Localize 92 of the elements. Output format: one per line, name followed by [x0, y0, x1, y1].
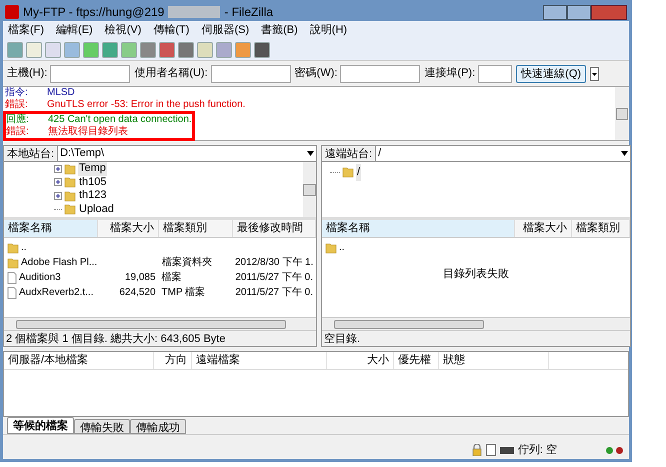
- menu-item[interactable]: 伺服器(S): [201, 22, 250, 38]
- table-cell-text: 19,085: [124, 271, 156, 285]
- table-cell-text: 624,520: [119, 286, 156, 300]
- dropdown-icon[interactable]: [621, 151, 628, 156]
- input-field[interactable]: [340, 64, 420, 82]
- tree-item[interactable]: Temp: [78, 162, 107, 176]
- menu-item[interactable]: 傳輸(T): [153, 22, 190, 38]
- file-icon: [7, 286, 17, 298]
- queue-tab[interactable]: 傳輸成功: [130, 419, 186, 434]
- folder-icon: [325, 242, 337, 254]
- quickconnect-button[interactable]: 快速連線(Q): [516, 64, 586, 82]
- expand-icon[interactable]: [54, 178, 62, 186]
- toolbar-icon[interactable]: [159, 42, 175, 58]
- log-message: 無法取得目錄列表: [48, 126, 128, 138]
- log-prefix: 錯誤:: [6, 126, 30, 138]
- column-header[interactable]: 檔案大小: [515, 220, 572, 237]
- table-cell-text: AudxReverb2.t...: [19, 286, 94, 300]
- column-header[interactable]: 檔案類別: [159, 220, 234, 237]
- table-cell-text: 檔案: [162, 270, 182, 285]
- table-cell-text: ..: [21, 241, 27, 255]
- queue-status: 佇列: 空: [518, 442, 557, 458]
- log-prefix: 回應:: [6, 114, 30, 126]
- log-message: MLSD: [47, 87, 75, 99]
- horizontal-scrollbar[interactable]: [322, 317, 630, 330]
- window-title: My-FTP - ftps://hung@219: [23, 4, 164, 21]
- field-label: 密碼(W):: [294, 66, 338, 82]
- status-text: 空目錄.: [322, 330, 630, 346]
- expand-icon[interactable]: [54, 192, 62, 200]
- column-header[interactable]: 檔案大小: [98, 220, 160, 237]
- vertical-scrollbar[interactable]: [615, 87, 629, 140]
- log-message: GnuTLS error -53: Error in the push function.: [47, 99, 246, 111]
- dropdown-icon[interactable]: [307, 151, 314, 156]
- table-cell-text: 2012/8/30 下午 1.: [235, 256, 314, 270]
- file-icon: [7, 272, 17, 284]
- table-cell-text: Audition3: [19, 271, 61, 285]
- menu-item[interactable]: 書籤(B): [261, 22, 298, 38]
- horizontal-scrollbar[interactable]: [4, 317, 316, 330]
- column-header[interactable]: 大小: [327, 352, 394, 369]
- redaction-block: [168, 6, 220, 18]
- folder-icon: [7, 242, 19, 254]
- field-label: 連接埠(P):: [424, 66, 476, 82]
- column-header[interactable]: 檔案類別: [572, 220, 630, 237]
- input-field[interactable]: [210, 64, 291, 82]
- field-label: 主機(H):: [7, 66, 48, 82]
- folder-icon: [7, 256, 19, 268]
- menu-item[interactable]: 檢視(V): [104, 22, 142, 38]
- expand-icon[interactable]: [54, 164, 62, 173]
- column-header[interactable]: 檔案名稱: [4, 220, 98, 237]
- menu-item[interactable]: 說明(H): [310, 22, 348, 38]
- menu-item[interactable]: 編輯(E): [56, 22, 93, 38]
- column-header[interactable]: 檔案名稱: [322, 220, 515, 237]
- table-cell-text: 2011/5/27 下午 0.: [235, 286, 314, 300]
- log-message: 425 Can't open data connection.: [48, 114, 192, 126]
- tree-item[interactable]: th123: [78, 189, 108, 202]
- field-label: 使用者名稱(U):: [134, 66, 208, 82]
- column-header[interactable]: 伺服器/本地檔案: [4, 352, 154, 369]
- log-prefix: 錯誤:: [5, 99, 29, 111]
- lock-icon: [472, 444, 482, 456]
- table-cell-text: Adobe Flash Pl...: [21, 256, 98, 270]
- column-header[interactable]: 狀態: [439, 352, 549, 369]
- column-header[interactable]: 優先權: [394, 352, 439, 369]
- table-cell-text: 檔案資料夾: [162, 256, 212, 270]
- empty-message: 目錄列表失敗: [443, 267, 509, 282]
- tree-item[interactable]: /: [356, 164, 362, 180]
- folder-icon: [64, 190, 76, 202]
- tree-item[interactable]: th105: [78, 176, 108, 189]
- column-header[interactable]: 最後修改時間: [233, 220, 316, 237]
- toolbar-icon[interactable]: [254, 42, 270, 58]
- column-header[interactable]: 遠端檔案: [192, 352, 327, 369]
- table-cell-text: 2011/5/27 下午 0.: [235, 271, 314, 285]
- log-prefix: 指令:: [5, 87, 29, 98]
- column-header[interactable]: 方向: [154, 352, 192, 369]
- menu-item[interactable]: 檔案(F): [8, 22, 44, 38]
- toolbar-icon[interactable]: [178, 42, 194, 58]
- path-field[interactable]: D:\Temp\: [58, 146, 316, 161]
- folder-icon: [64, 162, 76, 175]
- vertical-scrollbar[interactable]: [303, 162, 316, 217]
- queue-tab[interactable]: 等候的檔案: [7, 417, 74, 434]
- window-title: - FileZilla: [224, 4, 274, 21]
- folder-icon: [342, 166, 354, 178]
- table-cell-text: TMP 檔案: [162, 286, 206, 300]
- input-field[interactable]: [50, 64, 130, 82]
- folder-icon: [64, 176, 76, 188]
- status-text: 2 個檔案與 1 個目錄. 總共大小: 643,605 Byte: [4, 330, 316, 346]
- folder-icon: [64, 203, 76, 216]
- table-cell-text: ..: [339, 241, 345, 255]
- queue-tab[interactable]: 傳輸失敗: [74, 419, 130, 434]
- input-field[interactable]: [478, 64, 512, 82]
- path-field[interactable]: /: [376, 146, 630, 161]
- toolbar-icon[interactable]: [140, 42, 156, 58]
- dropdown-icon[interactable]: [590, 66, 600, 80]
- tree-item[interactable]: Upload: [78, 202, 115, 216]
